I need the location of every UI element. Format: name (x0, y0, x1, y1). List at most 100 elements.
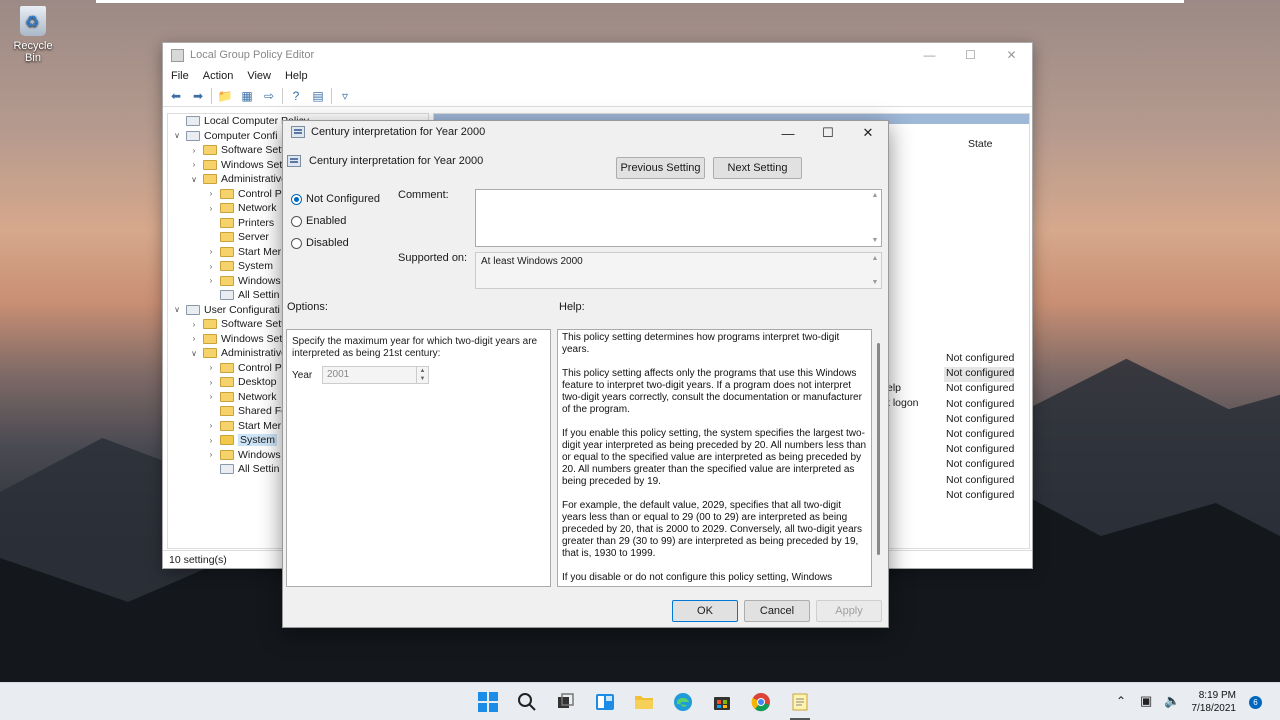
file-explorer-icon[interactable] (633, 691, 655, 713)
spin-arrows-icon[interactable]: ▲ ▼ (416, 367, 428, 383)
chevron-right-icon[interactable]: › (189, 334, 199, 343)
radio-circle (291, 237, 302, 249)
widgets-icon[interactable] (594, 691, 616, 713)
recycle-bin-shortcut[interactable]: Recycle Bin (4, 6, 62, 64)
chevron-right-icon[interactable]: › (206, 276, 216, 285)
setting-state-cell[interactable]: Not configured (944, 489, 1014, 504)
folder-icon (220, 217, 234, 228)
radio-disabled[interactable]: Disabled (291, 237, 349, 249)
help-icon[interactable]: ? (287, 88, 305, 104)
menu-file[interactable]: File (171, 70, 189, 82)
chevron-down-icon[interactable]: ∨ (189, 175, 199, 184)
cancel-button[interactable]: Cancel (744, 600, 810, 622)
setting-state-cell[interactable]: Not configured (944, 352, 1014, 367)
volume-icon[interactable]: 🔈 (1164, 693, 1180, 709)
radio-not-configured[interactable]: Not Configured (291, 193, 380, 205)
chevron-right-icon[interactable]: › (189, 160, 199, 169)
chevron-right-icon[interactable]: › (206, 247, 216, 256)
comment-textarea[interactable]: ▲ ▼ (475, 189, 882, 247)
chevron-down-icon[interactable]: ∨ (172, 131, 182, 140)
help-paragraph: If you disable or do not configure this … (562, 572, 833, 583)
setting-state-cell[interactable]: Not configured (944, 458, 1014, 473)
tree-node-label: Shared Fo (238, 405, 288, 418)
up-folder-icon[interactable]: 📁 (216, 88, 234, 104)
properties-icon[interactable]: ▤ (309, 88, 327, 104)
setting-name-fragment[interactable]: elp (887, 382, 919, 397)
close-icon[interactable]: ✕ (991, 43, 1032, 67)
chevron-right-icon[interactable]: › (206, 392, 216, 401)
chevron-up-icon[interactable]: ⌃ (1116, 694, 1126, 708)
chevron-right-icon[interactable]: › (206, 436, 216, 445)
network-icon[interactable]: ▣ (1140, 693, 1152, 709)
help-scrollbar-thumb[interactable] (877, 343, 880, 555)
gpe-title: Local Group Policy Editor (190, 49, 315, 61)
notification-badge[interactable]: 6 (1249, 696, 1262, 709)
tree-node-label: Server (238, 231, 269, 244)
radio-enabled[interactable]: Enabled (291, 215, 346, 227)
folder-icon (203, 348, 217, 359)
edge-icon[interactable] (672, 691, 694, 713)
comment-scrollbar[interactable]: ▲ ▼ (869, 190, 881, 246)
tree-node-label: Windows (238, 274, 281, 287)
chevron-right-icon[interactable]: › (189, 146, 199, 155)
chrome-icon[interactable] (750, 691, 772, 713)
dialog-maximize-icon[interactable]: ☐ (808, 121, 848, 145)
export-list-icon[interactable]: ⇨ (260, 88, 278, 104)
tree-node-label: Software Setti (221, 318, 287, 331)
setting-state-cell[interactable]: Not configured (944, 474, 1014, 489)
folder-icon (220, 275, 234, 286)
tree-node-label: Administrative (221, 347, 287, 360)
notepad-icon[interactable] (789, 691, 811, 713)
chevron-right-icon[interactable]: › (206, 262, 216, 271)
clock[interactable]: 8:19 PM 7/18/2021 (1192, 689, 1237, 715)
chevron-down-icon[interactable]: ∨ (172, 305, 182, 314)
chevron-right-icon[interactable]: › (189, 320, 199, 329)
dialog-minimize-icon[interactable]: — (768, 121, 808, 145)
chevron-down-icon[interactable]: ∨ (189, 349, 199, 358)
menu-help[interactable]: Help (285, 70, 308, 82)
setting-state-cell[interactable]: Not configured (944, 398, 1014, 413)
forward-arrow-icon[interactable]: ➡ (189, 88, 207, 104)
chevron-right-icon[interactable]: › (206, 363, 216, 372)
chevron-right-icon[interactable]: › (206, 450, 216, 459)
search-icon[interactable] (516, 691, 538, 713)
setting-state-cell[interactable]: Not configured (944, 443, 1014, 458)
supported-scrollbar[interactable]: ▲ ▼ (869, 253, 881, 288)
menu-action[interactable]: Action (203, 70, 234, 82)
ok-button[interactable]: OK (672, 600, 738, 622)
dialog-close-icon[interactable]: ✕ (848, 121, 888, 145)
store-icon[interactable] (711, 691, 733, 713)
setting-state-cell[interactable]: Not configured (944, 382, 1014, 397)
setting-name-fragments: elp t logon (887, 382, 919, 412)
chevron-right-icon[interactable]: › (206, 421, 216, 430)
tree-node-label: Network (238, 202, 277, 215)
back-arrow-icon[interactable]: ⬅ (167, 88, 185, 104)
setting-state-cell[interactable]: Not configured (944, 428, 1014, 443)
tree-node-label: All Settin (238, 463, 280, 476)
filter-icon[interactable]: ▿ (336, 88, 354, 104)
chevron-right-icon[interactable]: › (206, 204, 216, 213)
setting-name-fragment[interactable]: t logon (887, 397, 919, 412)
show-hide-tree-icon[interactable]: ▦ (238, 88, 256, 104)
policy-icon (287, 155, 301, 167)
year-spinbox[interactable]: 2001 ▲ ▼ (322, 366, 429, 384)
state-column-header[interactable]: State (968, 138, 993, 150)
maximize-icon[interactable]: ☐ (950, 43, 991, 67)
options-label: Options: (287, 301, 328, 313)
dialog-titlebar[interactable]: Century interpretation for Year 2000 (291, 126, 485, 138)
comment-label: Comment: (398, 189, 449, 201)
apply-button[interactable]: Apply (816, 600, 882, 622)
setting-state-cell[interactable]: Not configured (944, 367, 1015, 383)
minimize-icon[interactable]: — (909, 43, 950, 67)
chevron-right-icon[interactable]: › (206, 378, 216, 387)
chevron-right-icon[interactable]: › (206, 189, 216, 198)
menu-view[interactable]: View (247, 70, 271, 82)
next-setting-button[interactable]: Next Setting (713, 157, 802, 179)
recycle-bin-icon (20, 6, 46, 36)
gpe-titlebar[interactable]: Local Group Policy Editor — ☐ ✕ (163, 43, 1032, 67)
dialog-subtitle: Century interpretation for Year 2000 (309, 155, 484, 167)
windows-start-icon[interactable] (477, 691, 499, 713)
previous-setting-button[interactable]: Previous Setting (616, 157, 705, 179)
setting-state-cell[interactable]: Not configured (944, 413, 1014, 428)
task-view-icon[interactable] (555, 691, 577, 713)
